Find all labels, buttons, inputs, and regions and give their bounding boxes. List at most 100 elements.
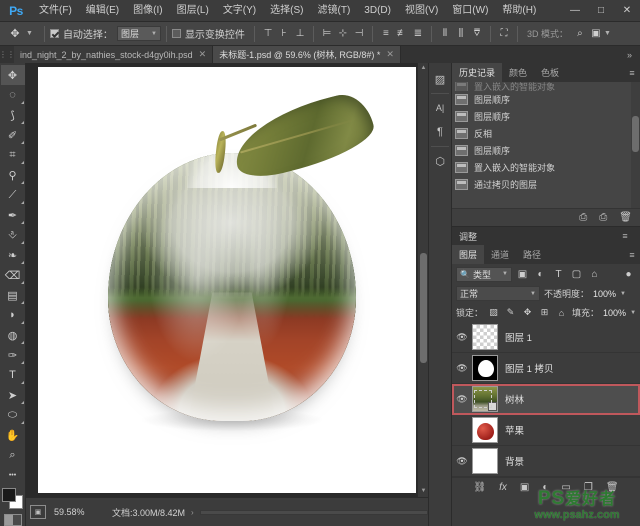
menu-help[interactable]: 帮助(H) bbox=[495, 0, 543, 22]
tab-bar-grip[interactable]: ⋮⋮ bbox=[0, 46, 14, 63]
layer-visibility-icon[interactable]: 👁 bbox=[452, 456, 472, 467]
distribute-top-edges-icon[interactable]: ≡ bbox=[378, 25, 394, 43]
layer-thumbnail[interactable] bbox=[472, 324, 498, 350]
filter-adjustment-layers-icon[interactable]: ◐ bbox=[533, 266, 548, 282]
opacity-chevron-icon[interactable]: ▼ bbox=[620, 291, 626, 297]
orbit-3d-icon[interactable]: ⌕ bbox=[572, 25, 588, 43]
3d-mode-chevron-icon[interactable]: ▼ bbox=[604, 30, 611, 37]
screen-mode-icon[interactable]: ▣ bbox=[30, 505, 46, 519]
menu-image[interactable]: 图像(I) bbox=[126, 0, 169, 22]
menu-3d[interactable]: 3D(D) bbox=[357, 0, 398, 22]
foreground-color-swatch[interactable] bbox=[2, 488, 16, 502]
table-row[interactable]: 👁 背景 bbox=[452, 446, 640, 477]
close-button[interactable]: ✕ bbox=[614, 0, 640, 22]
tab-layers[interactable]: 图层 bbox=[452, 245, 484, 264]
layer-visibility-icon[interactable]: 👁 bbox=[452, 363, 472, 374]
distribute-left-edges-icon[interactable]: ⫴ bbox=[437, 25, 453, 43]
fill-value[interactable]: 100% bbox=[603, 308, 626, 318]
status-expand-icon[interactable]: › bbox=[191, 508, 194, 517]
maximize-button[interactable]: □ bbox=[588, 0, 614, 22]
quick-mask-mode-icon[interactable] bbox=[4, 514, 22, 526]
canvas-area[interactable]: ▲ ▼ bbox=[26, 63, 428, 497]
lasso-tool[interactable]: ⟆ bbox=[1, 105, 25, 125]
scroll-up-icon[interactable]: ▲ bbox=[420, 65, 427, 72]
auto-align-layers-icon[interactable]: ⛶ bbox=[496, 25, 512, 43]
history-item[interactable]: 置入嵌入的智能对象 bbox=[452, 82, 640, 91]
align-horizontal-centers-icon[interactable]: ⊹ bbox=[335, 25, 351, 43]
delete-state-icon[interactable]: 🗑 bbox=[619, 212, 632, 223]
pan-3d-icon[interactable]: ▣ bbox=[588, 25, 604, 43]
document-tab-2[interactable]: 未标题-1.psd @ 59.6% (树林, RGB/8#) * ✕ bbox=[213, 46, 401, 63]
elliptical-marquee-tool[interactable]: ◌ bbox=[1, 85, 25, 105]
document-tab-1[interactable]: ind_night_2_by_nathies_stock-d4gy0ih.psd… bbox=[14, 46, 213, 63]
history-item[interactable]: 置入嵌入的智能对象 bbox=[452, 159, 640, 176]
table-row[interactable]: 👁 树林 bbox=[452, 384, 640, 415]
table-row[interactable]: 👁 苹果 bbox=[452, 415, 640, 446]
history-scrollbar[interactable] bbox=[631, 82, 640, 208]
tab-channels[interactable]: 通道 bbox=[484, 245, 516, 264]
tab-paths[interactable]: 路径 bbox=[516, 245, 548, 264]
move-tool-icon[interactable]: ✥ bbox=[4, 24, 26, 44]
distribute-bottom-edges-icon[interactable]: ≣ bbox=[410, 25, 426, 43]
filter-type-layers-icon[interactable]: T bbox=[551, 266, 566, 282]
history-item[interactable]: 图层顺序 bbox=[452, 142, 640, 159]
tab-color[interactable]: 颜色 bbox=[502, 63, 534, 82]
filter-toggle-icon[interactable]: ● bbox=[621, 266, 636, 282]
link-layers-icon[interactable]: ⛓ bbox=[473, 482, 486, 493]
path-selection-tool[interactable]: ➤ bbox=[1, 385, 25, 405]
history-item[interactable]: 通过拷贝的图层 bbox=[452, 176, 640, 193]
dodge-tool[interactable]: ◍ bbox=[1, 325, 25, 345]
close-icon[interactable]: ✕ bbox=[386, 49, 394, 60]
blend-mode-dropdown[interactable]: 正常 ▼ bbox=[456, 286, 540, 301]
menu-type[interactable]: 文字(Y) bbox=[216, 0, 263, 22]
eyedropper-tool[interactable]: ⚲ bbox=[1, 165, 25, 185]
menu-window[interactable]: 窗口(W) bbox=[445, 0, 495, 22]
distribute-right-edges-icon[interactable]: ⩢ bbox=[469, 25, 485, 43]
show-transform-controls-checkbox[interactable] bbox=[172, 29, 181, 38]
hand-tool[interactable]: ✋ bbox=[1, 425, 25, 445]
layer-name[interactable]: 背景 bbox=[505, 454, 524, 468]
tab-history[interactable]: 历史记录 bbox=[452, 63, 502, 82]
table-row[interactable]: 👁 图层 1 拷贝 bbox=[452, 353, 640, 384]
history-scroll-thumb[interactable] bbox=[632, 116, 639, 152]
menu-view[interactable]: 视图(V) bbox=[398, 0, 445, 22]
align-top-edges-icon[interactable]: ⊤ bbox=[260, 25, 276, 43]
tab-overflow-button[interactable]: » bbox=[619, 46, 640, 63]
paragraph-panel-icon[interactable]: ¶ bbox=[429, 120, 451, 144]
menu-select[interactable]: 选择(S) bbox=[263, 0, 310, 22]
spot-healing-brush-tool[interactable]: ⟋ bbox=[1, 185, 25, 205]
align-vertical-centers-icon[interactable]: ⊦ bbox=[276, 25, 292, 43]
pen-tool[interactable]: ✑ bbox=[1, 345, 25, 365]
layer-thumbnail[interactable] bbox=[472, 417, 498, 443]
move-tool[interactable]: ✥ bbox=[1, 65, 25, 85]
character-panel-icon[interactable]: A| bbox=[429, 96, 451, 120]
lock-position-icon[interactable]: ✥ bbox=[521, 306, 534, 320]
lock-transparent-pixels-icon[interactable]: ▨ bbox=[487, 306, 500, 320]
create-document-from-state-icon[interactable]: ⎙ bbox=[579, 212, 587, 223]
table-row[interactable]: 👁 图层 1 bbox=[452, 322, 640, 353]
crop-tool[interactable]: ⌗ bbox=[1, 145, 25, 165]
layer-name[interactable]: 苹果 bbox=[505, 423, 524, 437]
lock-all-icon[interactable]: ⌂ bbox=[555, 306, 568, 320]
filter-smart-objects-icon[interactable]: ⌂ bbox=[587, 266, 602, 282]
add-layer-mask-icon[interactable]: ▣ bbox=[520, 482, 529, 493]
menu-edit[interactable]: 编辑(E) bbox=[79, 0, 126, 22]
new-fill-adjustment-layer-icon[interactable]: ◐ bbox=[542, 482, 548, 493]
menu-file[interactable]: 文件(F) bbox=[32, 0, 79, 22]
gradient-tool[interactable]: ▤ bbox=[1, 285, 25, 305]
horizontal-type-tool[interactable]: T bbox=[1, 365, 25, 385]
edit-toolbar-tool[interactable]: ••• bbox=[1, 465, 25, 485]
align-left-edges-icon[interactable]: ⊨ bbox=[319, 25, 335, 43]
canvas-scroll-thumb[interactable] bbox=[420, 253, 427, 363]
history-item[interactable]: 图层顺序 bbox=[452, 108, 640, 125]
adjustments-panel-header[interactable]: 调整 ≡ bbox=[452, 226, 640, 245]
brush-tool[interactable]: ✒ bbox=[1, 205, 25, 225]
eraser-tool[interactable]: ⌫ bbox=[1, 265, 25, 285]
distribute-vertical-centers-icon[interactable]: ≢ bbox=[394, 25, 410, 43]
delete-layer-icon[interactable]: 🗑 bbox=[606, 482, 619, 493]
fill-chevron-icon[interactable]: ▼ bbox=[630, 310, 636, 316]
blur-tool[interactable]: ◗ bbox=[1, 305, 25, 325]
layer-thumbnail[interactable] bbox=[472, 355, 498, 381]
ellipse-tool[interactable]: ⬭ bbox=[1, 405, 25, 425]
close-icon[interactable]: ✕ bbox=[199, 49, 207, 60]
